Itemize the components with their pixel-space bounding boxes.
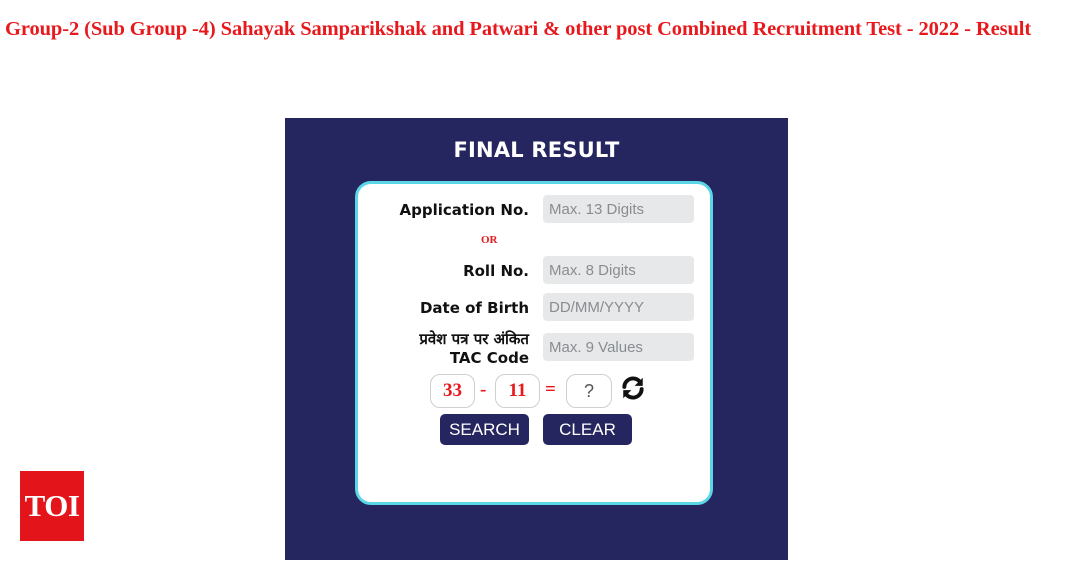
or-separator: OR xyxy=(481,234,498,246)
tac-label-english: TAC Code xyxy=(449,349,529,367)
clear-button[interactable]: CLEAR xyxy=(543,414,632,445)
tac-label: प्रवेश पत्र पर अंकित TAC Code xyxy=(419,330,529,368)
captcha-operator: - xyxy=(480,379,487,400)
tac-label-hindi: प्रवेश पत्र पर अंकित xyxy=(419,330,529,348)
application-no-input[interactable] xyxy=(543,195,694,223)
dob-input[interactable] xyxy=(543,293,694,321)
roll-no-input[interactable] xyxy=(543,256,694,284)
result-panel: FINAL RESULT Application No. OR Roll No.… xyxy=(285,118,788,560)
search-button[interactable]: SEARCH xyxy=(440,414,529,445)
dob-label: Date of Birth xyxy=(419,299,529,317)
captcha-answer-input[interactable] xyxy=(566,374,612,408)
page-title: Group-2 (Sub Group -4) Sahayak Sampariks… xyxy=(5,18,1032,40)
captcha-equals: = xyxy=(545,379,556,400)
captcha-operand-1: 33 xyxy=(430,374,475,408)
roll-no-label: Roll No. xyxy=(463,262,529,280)
application-no-label: Application No. xyxy=(399,201,529,219)
captcha-operand-2: 11 xyxy=(495,374,540,408)
toi-logo: TOI xyxy=(20,471,84,541)
tac-code-input[interactable] xyxy=(543,333,694,361)
search-form: Application No. OR Roll No. Date of Birt… xyxy=(355,181,713,505)
refresh-icon[interactable] xyxy=(620,375,646,401)
panel-heading: FINAL RESULT xyxy=(453,138,620,162)
